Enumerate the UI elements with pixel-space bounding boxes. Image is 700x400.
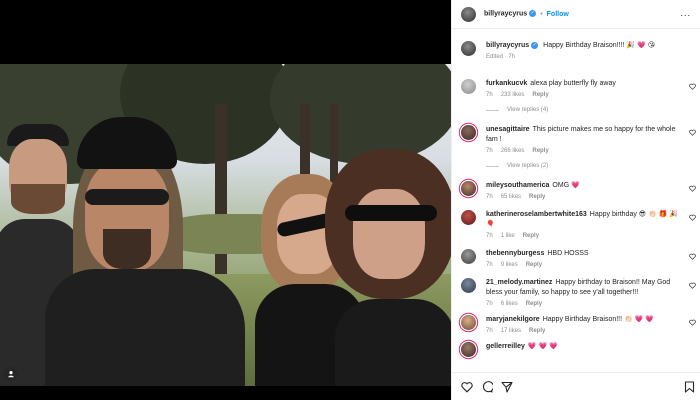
- reply-button[interactable]: Reply: [526, 262, 542, 268]
- heart-icon[interactable]: [689, 83, 696, 90]
- caption-text: Happy Birthday Braison!!!! 🎉 💗 😘: [543, 42, 656, 49]
- post-photo: [0, 64, 451, 386]
- comment-item: maryjanekilgore Happy Birthday Braison!!!…: [452, 315, 700, 334]
- reply-button[interactable]: Reply: [529, 328, 545, 334]
- heart-icon[interactable]: [689, 214, 696, 221]
- comment-text: 💗 💗 💗: [527, 343, 558, 350]
- comment-username[interactable]: thebennyburgess: [486, 250, 544, 257]
- comment-likes[interactable]: 233 likes: [501, 92, 525, 98]
- more-options-icon[interactable]: ...: [680, 9, 691, 18]
- caption-username[interactable]: billyraycyrus ✓: [486, 41, 539, 49]
- comment-username[interactable]: maryjanekilgore: [486, 316, 540, 323]
- comment-item: thebennyburgess HBD HOSSS 7h 9 likes Reply: [452, 249, 700, 268]
- comment-time: 7h: [486, 262, 493, 268]
- post-actions-bar: [452, 372, 700, 400]
- reply-button[interactable]: Reply: [532, 92, 548, 98]
- comment-username[interactable]: mileysouthamerica: [486, 182, 549, 189]
- avatar[interactable]: [461, 278, 476, 293]
- comment-item: katherineroselambertwhite163 Happy birthd…: [452, 210, 700, 239]
- comment-time: 7h: [486, 148, 493, 154]
- verified-badge-icon: ✓: [531, 41, 539, 49]
- avatar[interactable]: [461, 342, 476, 357]
- heart-icon[interactable]: [689, 129, 696, 136]
- comment-likes[interactable]: 6 likes: [501, 301, 518, 307]
- follow-button[interactable]: Follow: [547, 11, 569, 18]
- comment-item: furkankucvk alexa play butterfly fly away…: [452, 79, 700, 113]
- comment-likes[interactable]: 65 likes: [501, 194, 521, 200]
- comment-item: gellerreilley 💗 💗 💗: [452, 342, 700, 357]
- user-tag-icon[interactable]: [4, 367, 18, 381]
- comment-likes[interactable]: 9 likes: [501, 262, 518, 268]
- avatar[interactable]: [461, 79, 476, 94]
- avatar[interactable]: [461, 249, 476, 264]
- view-replies-button[interactable]: View replies (2): [486, 163, 681, 169]
- reply-button[interactable]: Reply: [532, 148, 548, 154]
- reply-button[interactable]: Reply: [526, 301, 542, 307]
- post-side-panel: billyraycyrus ✓ • Follow ... billyraycyru…: [451, 0, 700, 400]
- comment-likes[interactable]: 17 likes: [501, 328, 521, 334]
- header-username[interactable]: billyraycyrus ✓: [484, 10, 537, 18]
- comment-time: 7h: [486, 92, 493, 98]
- heart-icon[interactable]: [689, 253, 696, 260]
- avatar[interactable]: [461, 125, 476, 140]
- avatar[interactable]: [461, 41, 476, 56]
- avatar[interactable]: [461, 6, 476, 22]
- comment-username[interactable]: katherineroselambertwhite163: [486, 211, 587, 218]
- reply-button[interactable]: Reply: [529, 194, 545, 200]
- post-header: billyraycyrus ✓ • Follow ...: [452, 0, 700, 29]
- share-icon[interactable]: [501, 381, 513, 393]
- comment-text: Happy Birthday Braison!!! 👏🏻 💗 💗: [542, 316, 655, 323]
- comment-icon[interactable]: [481, 380, 493, 393]
- bookmark-icon[interactable]: [684, 381, 695, 393]
- post-media[interactable]: [0, 0, 451, 400]
- avatar[interactable]: [461, 210, 476, 225]
- view-replies-button[interactable]: View replies (4): [486, 107, 681, 113]
- caption-meta: Edited · 7h: [486, 54, 516, 60]
- comment-text: OMG 💗: [552, 182, 580, 189]
- comment-time: 7h: [486, 301, 493, 307]
- comment-username[interactable]: 21_melody.martinez: [486, 279, 552, 286]
- comment-item: 21_melody.martinez Happy birthday to Brai…: [452, 278, 700, 307]
- avatar[interactable]: [461, 315, 476, 330]
- comment-username[interactable]: unesagittaire: [486, 126, 530, 133]
- heart-icon[interactable]: [461, 381, 473, 393]
- comment-likes[interactable]: 266 likes: [501, 148, 525, 154]
- comment-likes[interactable]: 1 like: [501, 233, 515, 239]
- comment-username[interactable]: gellerreilley: [486, 343, 525, 350]
- comment-text: HBD HOSSS: [547, 250, 589, 257]
- comment-item: unesagittaire This picture makes me so ha…: [452, 125, 700, 169]
- comment-time: 7h: [486, 194, 493, 200]
- verified-badge-icon: ✓: [529, 10, 537, 18]
- comment-time: 7h: [486, 328, 493, 334]
- heart-icon[interactable]: [689, 319, 696, 326]
- comment-time: 7h: [486, 233, 493, 239]
- heart-icon[interactable]: [689, 282, 696, 289]
- avatar[interactable]: [461, 181, 476, 196]
- comment-item: mileysouthamerica OMG 💗 7h 65 likes Reply: [452, 181, 700, 200]
- heart-icon[interactable]: [689, 185, 696, 192]
- comments-list[interactable]: billyraycyrus ✓ Happy Birthday Braison!!!…: [452, 34, 700, 368]
- separator-dot: •: [540, 10, 543, 18]
- caption: billyraycyrus ✓ Happy Birthday Braison!!!…: [452, 41, 700, 60]
- reply-button[interactable]: Reply: [523, 233, 539, 239]
- comment-username[interactable]: furkankucvk: [486, 80, 527, 87]
- comment-text: alexa play butterfly fly away: [530, 80, 616, 87]
